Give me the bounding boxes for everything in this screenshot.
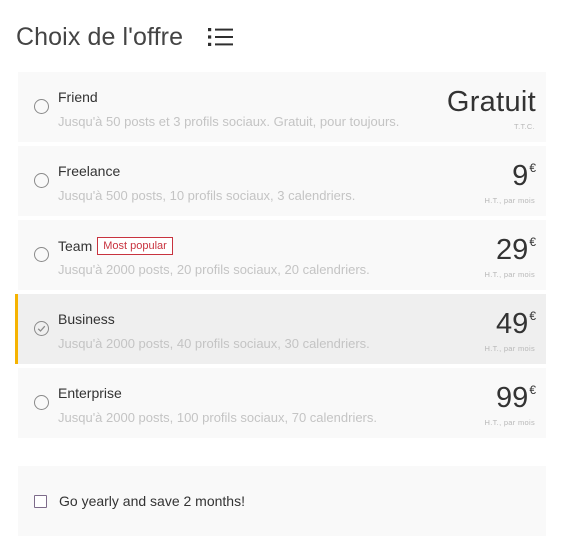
price-currency: €: [529, 235, 536, 249]
plan-card-team[interactable]: Team Most popular Jusqu'à 2000 posts, 20…: [18, 220, 546, 290]
plan-name: Freelance: [58, 163, 120, 179]
plan-description: Jusqu'à 2000 posts, 40 profils sociaux, …: [58, 336, 370, 351]
price-value: 9: [512, 160, 529, 192]
price-note: H.T., par mois: [484, 196, 535, 205]
price-currency: €: [529, 161, 536, 175]
plan-price: Gratuit: [447, 86, 536, 118]
price-currency: €: [529, 309, 536, 323]
price-note: H.T., par mois: [484, 418, 535, 427]
yearly-checkbox[interactable]: [34, 494, 47, 508]
plan-price: 9 €: [512, 160, 536, 192]
yearly-option[interactable]: Go yearly and save 2 months!: [18, 466, 546, 536]
plan-name-label: Business: [58, 311, 115, 327]
check-icon: [37, 325, 46, 332]
plan-radio[interactable]: [34, 395, 49, 410]
plan-price: 29 €: [496, 234, 536, 266]
plan-radio[interactable]: [34, 99, 49, 114]
plan-name-label: Team: [58, 238, 93, 254]
plan-price: 49 €: [496, 308, 536, 340]
price-value: 99: [496, 382, 529, 414]
plan-card-business[interactable]: Business Jusqu'à 2000 posts, 40 profils …: [15, 294, 546, 364]
plan-name: Friend: [58, 89, 98, 105]
plan-description: Jusqu'à 2000 posts, 100 profils sociaux,…: [58, 410, 378, 425]
plan-radio[interactable]: [34, 173, 49, 188]
list-icon[interactable]: [207, 26, 234, 48]
plan-description: Jusqu'à 2000 posts, 20 profils sociaux, …: [58, 262, 370, 277]
plan-card-enterprise[interactable]: Enterprise Jusqu'à 2000 posts, 100 profi…: [18, 368, 546, 438]
plan-price: 99 €: [496, 382, 536, 414]
most-popular-badge: Most popular: [97, 237, 173, 255]
header: Choix de l'offre: [16, 20, 234, 54]
plan-name-label: Friend: [58, 89, 98, 105]
plan-name: Enterprise: [58, 385, 122, 401]
plan-radio[interactable]: [34, 247, 49, 262]
plan-description: Jusqu'à 50 posts et 3 profils sociaux. G…: [58, 114, 400, 129]
plan-description: Jusqu'à 500 posts, 10 profils sociaux, 3…: [58, 188, 356, 203]
yearly-label: Go yearly and save 2 months!: [59, 493, 245, 509]
plan-card-friend[interactable]: Friend Jusqu'à 50 posts et 3 profils soc…: [18, 72, 546, 142]
price-value: 29: [496, 234, 529, 266]
plan-list: Friend Jusqu'à 50 posts et 3 profils soc…: [15, 72, 546, 442]
price-value: Gratuit: [446, 86, 536, 118]
plan-name: Business: [58, 311, 115, 327]
plan-name: Team Most popular: [58, 237, 173, 255]
price-currency: €: [529, 383, 536, 397]
price-note: H.T., par mois: [484, 270, 535, 279]
price-value: 49: [496, 308, 529, 340]
price-note: T.T.C.: [514, 122, 535, 131]
page-title: Choix de l'offre: [16, 22, 184, 51]
plan-card-freelance[interactable]: Freelance Jusqu'à 500 posts, 10 profils …: [18, 146, 546, 216]
price-note: H.T., par mois: [484, 344, 535, 353]
plan-radio-checked[interactable]: [34, 321, 49, 336]
plan-name-label: Enterprise: [58, 385, 122, 401]
plan-name-label: Freelance: [58, 163, 121, 179]
